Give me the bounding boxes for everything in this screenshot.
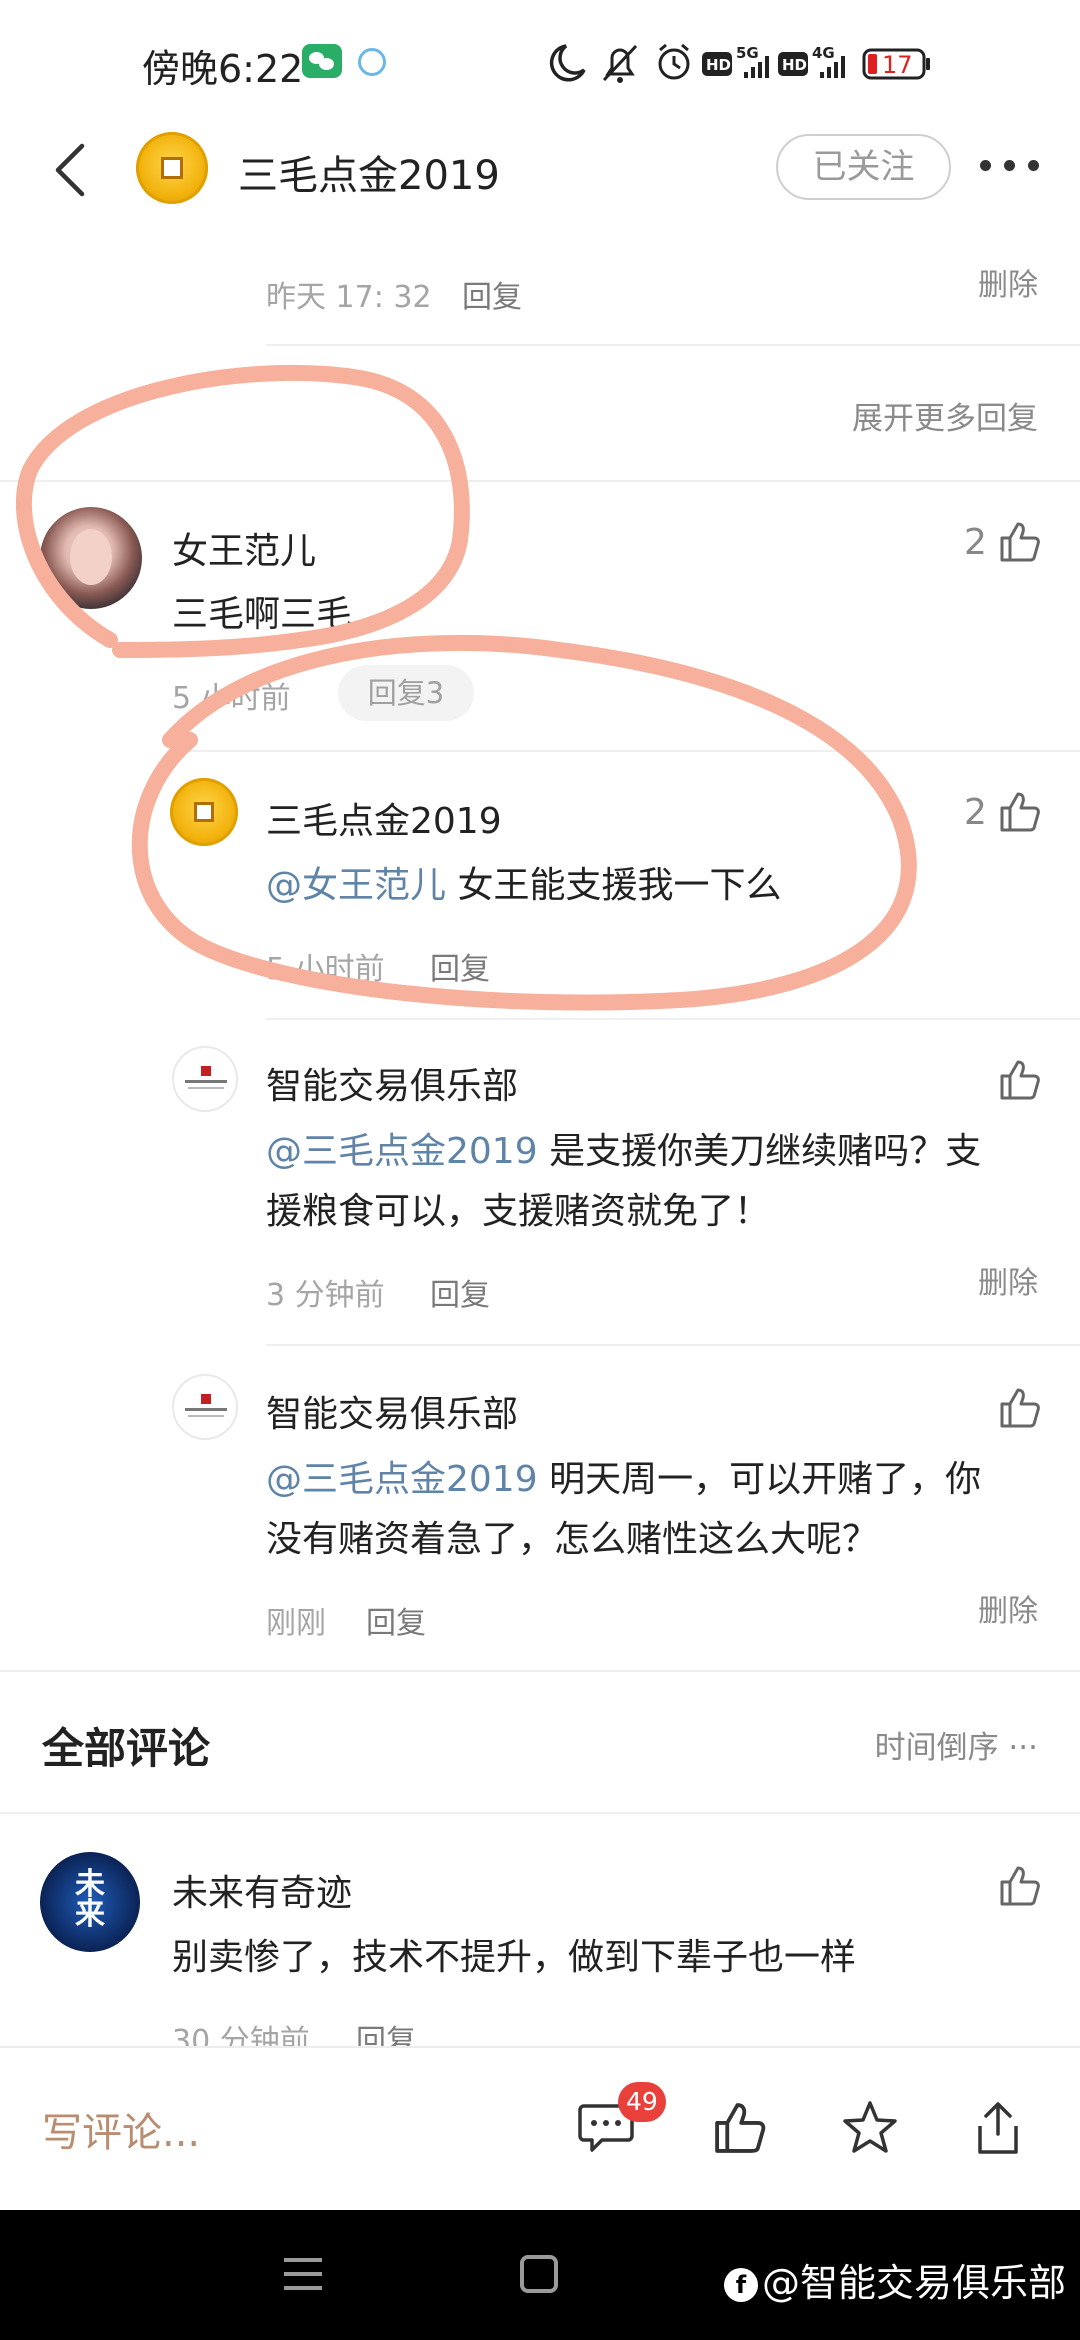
thumbs-up-icon[interactable] — [998, 520, 1042, 564]
reply-link[interactable]: 回复 — [430, 944, 490, 988]
recent-apps-icon[interactable] — [284, 2258, 322, 2292]
follow-button[interactable]: 已关注 — [776, 134, 951, 200]
divider — [0, 480, 1080, 482]
signal-4g-icon: HD 4G — [778, 44, 845, 78]
home-icon[interactable] — [520, 2255, 558, 2293]
mention-link[interactable]: @女王范儿 — [266, 865, 446, 906]
thumbs-up-icon[interactable] — [998, 1386, 1042, 1430]
thumbs-up-icon[interactable] — [998, 1058, 1042, 1102]
back-arrow-icon[interactable] — [50, 140, 90, 200]
alarm-icon — [658, 43, 690, 80]
delete-link[interactable]: 删除 — [978, 1258, 1038, 1302]
divider — [266, 1344, 1080, 1346]
user-avatar[interactable] — [40, 507, 142, 609]
reply-text: @三毛点金2019 明天周一，可以开赌了，你 — [266, 1459, 982, 1500]
battery-icon: 17 — [862, 48, 930, 80]
network-5g-label: 5G — [736, 44, 759, 62]
divider — [0, 1670, 1080, 1672]
app-notification-icon — [358, 48, 386, 76]
reply-username[interactable]: 智能交易俱乐部 — [266, 1057, 518, 1109]
reply-link[interactable]: 回复 — [366, 1598, 426, 1642]
comment-username[interactable]: 未来有奇迹 — [172, 1864, 352, 1916]
reply-link[interactable]: 回复 — [462, 272, 522, 316]
mention-link[interactable]: @三毛点金2019 — [266, 1131, 538, 1172]
comment-username[interactable]: 女王范儿 — [172, 522, 316, 574]
delete-link[interactable]: 删除 — [978, 1586, 1038, 1630]
mention-link[interactable]: @三毛点金2019 — [266, 1459, 538, 1500]
reply-username[interactable]: 三毛点金2019 — [266, 792, 502, 844]
battery-level: 17 — [882, 51, 913, 79]
reply-time: 昨天 17: 32 — [266, 280, 432, 315]
signal-5g-icon: HD 5G — [702, 44, 769, 78]
status-icons: HD 5G HD 4G 17 — [540, 40, 1010, 86]
divider — [172, 750, 1080, 752]
reply-time: 3 分钟前 — [266, 1278, 385, 1313]
wechat-notification-icon — [302, 44, 342, 78]
sort-menu[interactable]: 时间倒序 ··· — [875, 1722, 1038, 1767]
like-count: 2 — [964, 522, 987, 563]
reply-count-button[interactable]: 回复3 — [338, 665, 474, 721]
divider — [266, 344, 1080, 346]
delete-link[interactable]: 删除 — [978, 260, 1038, 304]
thumbs-up-icon[interactable] — [998, 1864, 1042, 1908]
user-avatar[interactable] — [172, 1046, 238, 1112]
toutiao-logo-icon: f — [724, 2268, 758, 2302]
status-time: 傍晚6:22 — [142, 47, 304, 91]
watermark: f @智能交易俱乐部 — [724, 2252, 1066, 2307]
reply-username[interactable]: 智能交易俱乐部 — [266, 1385, 518, 1437]
like-icon[interactable] — [712, 2100, 768, 2156]
reply-time: 刚刚 — [266, 1606, 326, 1641]
hd-label: HD — [706, 56, 731, 74]
reply-time: 5 小时前 — [266, 952, 385, 987]
profile-avatar[interactable] — [136, 132, 208, 204]
divider — [266, 1018, 1080, 1020]
reply-text: @女王范儿 女王能支援我一下么 — [266, 865, 782, 906]
star-favorite-icon[interactable] — [840, 2098, 900, 2158]
section-title: 全部评论 — [42, 1724, 211, 1773]
more-options-icon[interactable] — [980, 156, 1040, 176]
like-count: 2 — [964, 792, 987, 833]
comment-count-badge: 49 — [618, 2082, 666, 2122]
user-avatar[interactable]: 未来 — [40, 1852, 140, 1952]
divider — [0, 1812, 1080, 1814]
page-title: 三毛点金2019 — [238, 153, 500, 199]
do-not-disturb-moon-icon — [549, 44, 586, 82]
comment-text: 别卖惨了，技术不提升，做到下辈子也一样 — [172, 1937, 857, 1978]
expand-more-replies[interactable]: 展开更多回复 — [852, 393, 1038, 438]
share-icon[interactable] — [970, 2098, 1026, 2158]
mute-bell-icon — [602, 44, 638, 83]
reply-link[interactable]: 回复 — [430, 1270, 490, 1314]
thumbs-up-icon[interactable] — [998, 790, 1042, 834]
comment-text: 三毛啊三毛 — [172, 594, 353, 635]
user-avatar[interactable] — [170, 778, 238, 846]
write-comment-input[interactable]: 写评论... — [42, 2100, 200, 2158]
reply-text-line2: 援粮食可以，支援赌资就免了！ — [266, 1191, 771, 1232]
user-avatar[interactable] — [172, 1374, 238, 1440]
svg-text:HD: HD — [782, 56, 807, 74]
reply-text-line2: 没有赌资着急了，怎么赌性这么大呢？ — [266, 1519, 879, 1560]
reply-text: @三毛点金2019 是支援你美刀继续赌吗？支 — [266, 1131, 982, 1172]
network-4g-label: 4G — [812, 44, 835, 62]
comment-time: 5 小时前 — [172, 681, 291, 716]
